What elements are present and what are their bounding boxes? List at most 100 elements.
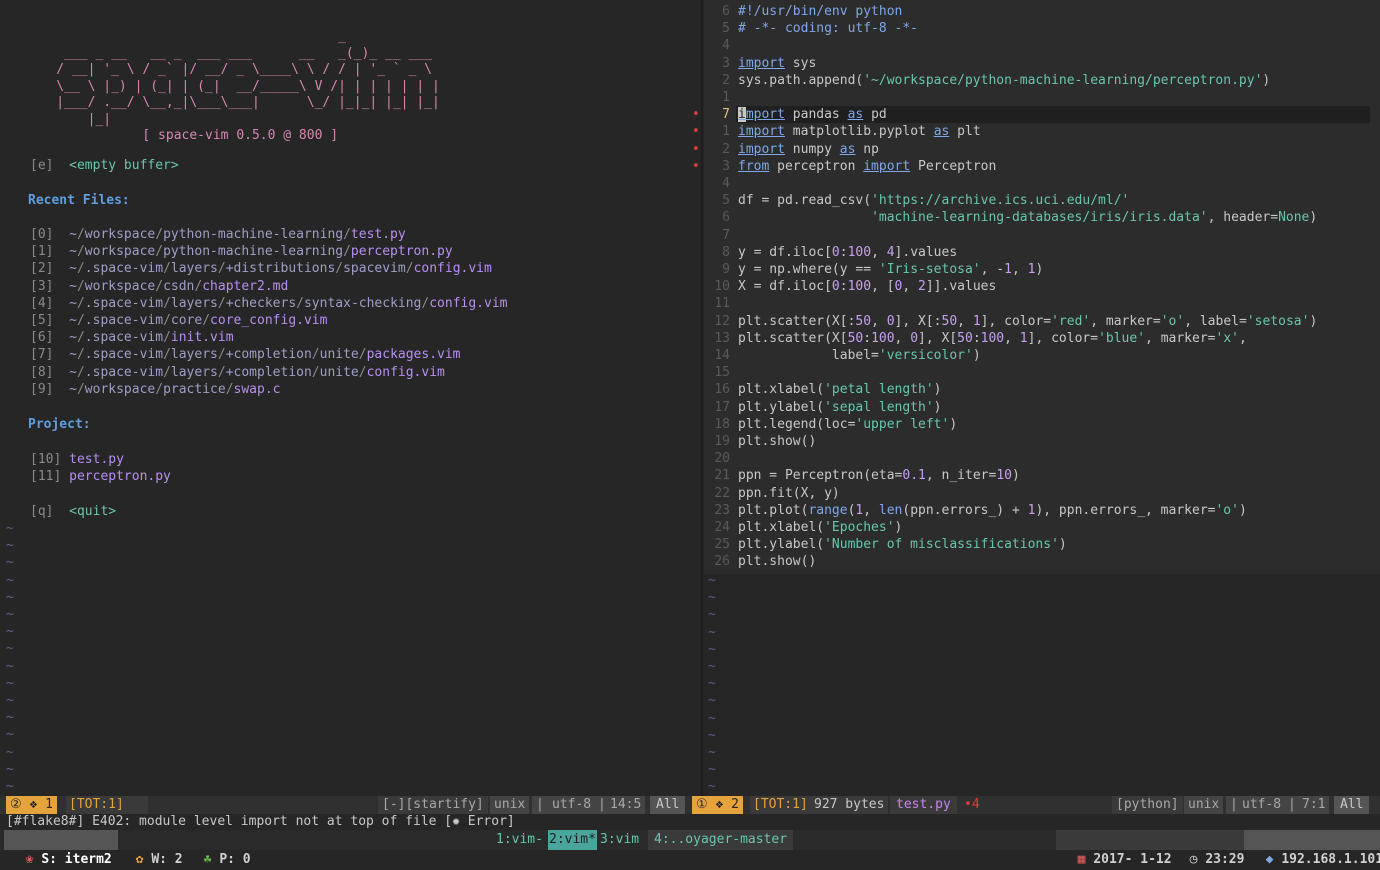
tmux-tab-1[interactable]: 1:vim-	[496, 830, 543, 850]
code-line[interactable]: plt.legend(loc='upper left')	[738, 416, 957, 433]
recent-file-dir: ~/.space-vim/core/	[69, 313, 211, 328]
tilde-marker: ~	[708, 624, 716, 640]
line-number: 25	[714, 537, 730, 553]
recent-files-header: Recent Files:	[28, 193, 130, 208]
left-filetype: [-][startify]	[378, 796, 488, 814]
recent-file-item[interactable]: [3] ~/workspace/csdn/chapter2.md	[30, 278, 288, 295]
tilde-marker: ~	[708, 745, 716, 760]
line-number: 6	[722, 210, 730, 226]
code-line[interactable]: sys.path.append('~/workspace/python-mach…	[738, 72, 1270, 89]
tmux-tab-3[interactable]: 3:vim	[600, 830, 639, 850]
project-file-item[interactable]: [10] test.py	[30, 451, 124, 468]
code-line[interactable]: 'machine-learning-databases/iris/iris.da…	[738, 209, 1317, 226]
code-line[interactable]: X = df.iloc[0:100, [0, 2]].values	[738, 278, 996, 295]
recent-file-key: [7]	[30, 347, 70, 363]
tmux-time: ◷ 23:29	[1168, 830, 1251, 867]
code-line[interactable]: plt.scatter(X[50:100, 0], X[50:100, 1], …	[738, 330, 1247, 347]
recent-file-name: perceptron.py	[350, 244, 453, 260]
banner-line: |_|	[25, 111, 112, 127]
code-line[interactable]: #!/usr/bin/env python	[738, 3, 902, 20]
code-line[interactable]: import pandas as pd	[738, 106, 887, 123]
line-number: 3	[722, 55, 730, 71]
recent-file-item[interactable]: [8] ~/.space-vim/layers/+completion/unit…	[30, 364, 445, 381]
code-line[interactable]: label='versicolor')	[738, 347, 981, 364]
code-line[interactable]: plt.show()	[738, 553, 816, 570]
project-file-item[interactable]: [11] perceptron.py	[30, 468, 171, 485]
tilde-marker: ~	[708, 641, 716, 657]
recent-file-dir: ~/.space-vim/layers/+completion/unite/	[69, 364, 367, 380]
pane-icon: ☘	[203, 852, 212, 867]
quit-entry[interactable]: [q] <quit>	[30, 503, 116, 520]
tilde-marker: ~	[6, 572, 14, 588]
tmux-tab-2-active[interactable]: 2:vim*	[548, 830, 597, 850]
line-number: 5	[722, 21, 730, 37]
recent-file-item[interactable]: [6] ~/.space-vim/init.vim	[30, 329, 234, 346]
left-window-number: ② ❖ 1	[6, 796, 57, 814]
pane-divider[interactable]	[701, 0, 703, 796]
banner-line: |___/ .__/ \__,_|\___\___| \_/ |_|_| |_|…	[25, 95, 440, 110]
right-tot-badge: [TOT:1]	[750, 796, 811, 814]
recent-file-key: [5]	[30, 313, 70, 328]
recent-file-item[interactable]: [7] ~/.space-vim/layers/+completion/unit…	[30, 346, 461, 363]
code-line[interactable]: ppn = Perceptron(eta=0.1, n_iter=10)	[738, 467, 1020, 484]
tilde-marker: ~	[6, 744, 14, 760]
recent-file-item[interactable]: [5] ~/.space-vim/core/core_config.vim	[30, 312, 327, 329]
code-line[interactable]: y = df.iloc[0:100, 4].values	[738, 244, 957, 261]
tmux-session[interactable]: ❀ S: iterm2	[4, 830, 118, 867]
code-line[interactable]: plt.show()	[738, 433, 816, 450]
code-line[interactable]: from perceptron import Perceptron	[738, 158, 996, 175]
code-line[interactable]: plt.plot(range(1, len(ppn.errors_) + 1),…	[738, 502, 1247, 519]
line-number: 5	[722, 193, 730, 209]
tilde-marker: ~	[6, 658, 14, 674]
project-file-key: [10]	[30, 452, 70, 467]
tmux-tab-4[interactable]: 4:..oyager-master	[648, 830, 794, 850]
recent-file-name: config.vim	[429, 295, 508, 311]
tilde-marker: ~	[708, 607, 716, 623]
tilde-marker: ~	[6, 693, 14, 708]
code-line[interactable]: import sys	[738, 55, 816, 72]
project-file-name: test.py	[69, 452, 124, 467]
code-line[interactable]: ppn.fit(X, y)	[738, 485, 840, 502]
recent-file-item[interactable]: [0] ~/workspace/python-machine-learning/…	[30, 226, 406, 243]
code-line[interactable]: plt.scatter(X[:50, 0], X[:50, 1], color=…	[738, 313, 1317, 330]
calendar-icon: ▦	[1077, 852, 1086, 867]
recent-file-name: config.vim	[366, 364, 445, 380]
code-line[interactable]: import numpy as np	[738, 141, 879, 158]
line-number: 7	[722, 227, 730, 243]
code-line[interactable]: plt.ylabel('Number of misclassifications…	[738, 536, 1067, 553]
tmux-time-label: 23:29	[1205, 852, 1245, 867]
tmux-date: ▦ 2017- 1-12	[1056, 830, 1178, 867]
message-line: [#flake8#] E402: module level import not…	[6, 814, 515, 829]
recent-file-item[interactable]: [2] ~/.space-vim/layers/+distributions/s…	[30, 260, 492, 277]
line-number: 2	[722, 72, 730, 88]
project-file-key: [11]	[30, 469, 70, 485]
recent-file-name: init.vim	[170, 330, 234, 346]
recent-file-name: config.vim	[413, 261, 492, 277]
code-line[interactable]: plt.ylabel('sepal length')	[738, 399, 942, 416]
error-sign-icon: •	[692, 124, 700, 140]
line-number: 4	[722, 38, 730, 54]
code-line[interactable]: plt.xlabel('Epoches')	[738, 519, 902, 536]
tilde-marker: ~	[6, 624, 14, 640]
recent-file-item[interactable]: [4] ~/.space-vim/layers/+checkers/syntax…	[30, 295, 508, 312]
code-line[interactable]: import matplotlib.pyplot as plt	[738, 123, 981, 140]
code-line[interactable]: y = np.where(y == 'Iris-setosa', -1, 1)	[738, 261, 1043, 278]
code-line[interactable]: df = pd.read_csv('https://archive.ics.uc…	[738, 192, 1129, 209]
tilde-marker: ~	[708, 762, 716, 778]
line-number: 10	[714, 279, 730, 295]
banner-line: \__ \ |_) | (_| | (_| __/_____\ V /| | |…	[25, 78, 440, 94]
recent-file-item[interactable]: [9] ~/workspace/practice/swap.c	[30, 381, 281, 398]
right-format: unix	[1184, 796, 1224, 814]
right-filetype: [python]	[1112, 796, 1183, 814]
recent-file-item[interactable]: [1] ~/workspace/python-machine-learning/…	[30, 243, 453, 260]
recent-file-name: chapter2.md	[202, 278, 289, 294]
empty-key: [e]	[30, 158, 54, 173]
line-number: 19	[714, 434, 730, 449]
line-number: 3	[722, 158, 730, 174]
tilde-marker: ~	[6, 727, 14, 743]
left-format: unix	[490, 796, 530, 814]
line-number: 8	[722, 244, 730, 260]
empty-buffer-entry[interactable]: [e] <empty buffer>	[30, 157, 179, 174]
code-line[interactable]: # -*- coding: utf-8 -*-	[738, 20, 918, 37]
code-line[interactable]: plt.xlabel('petal length')	[738, 381, 942, 398]
